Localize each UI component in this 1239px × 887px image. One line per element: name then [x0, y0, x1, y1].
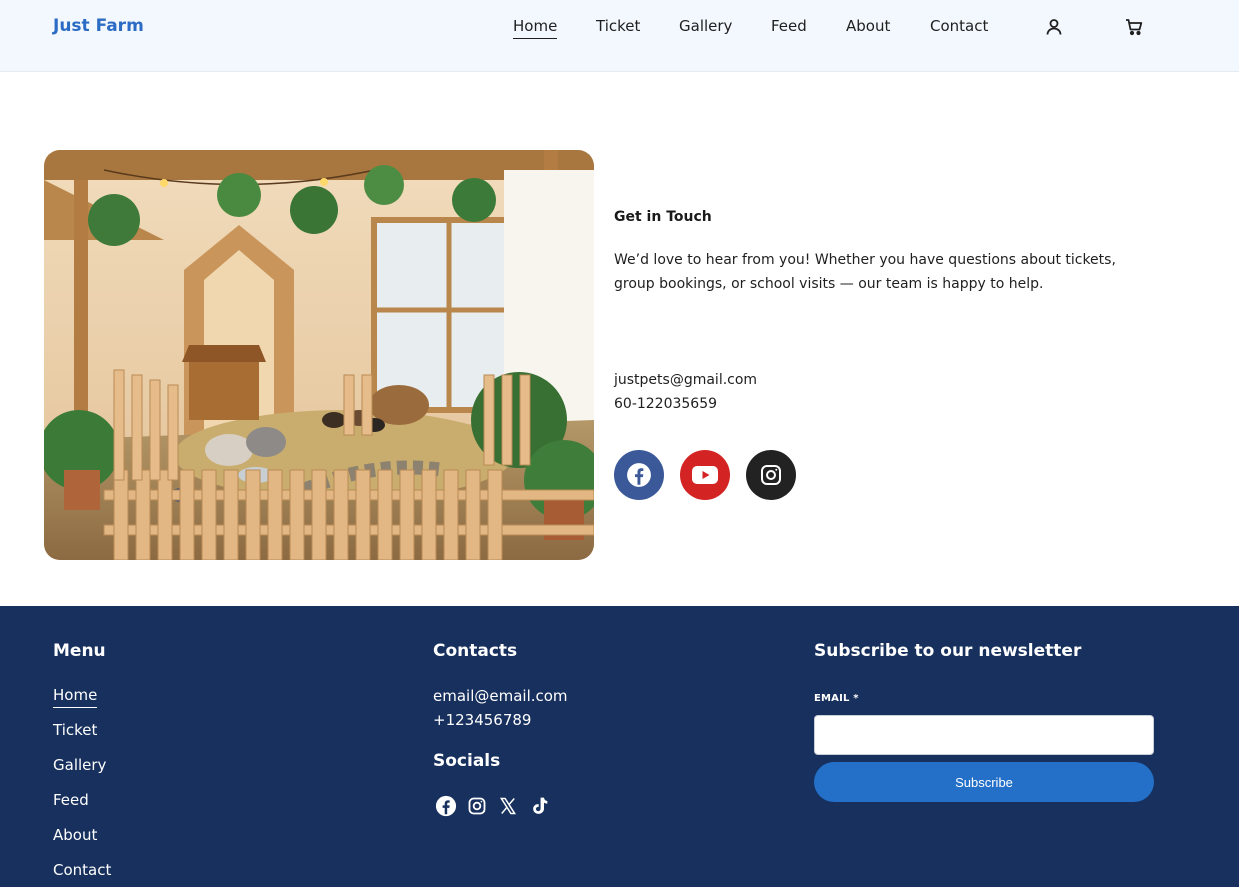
nav-about[interactable]: About	[846, 17, 890, 38]
contact-phone[interactable]: 60-122035659	[614, 392, 717, 416]
footer-link-feed[interactable]: Feed	[53, 791, 89, 812]
nav-contact[interactable]: Contact	[930, 17, 988, 38]
newsletter-email-label: EMAIL *	[814, 693, 859, 704]
instagram-icon[interactable]	[465, 794, 489, 818]
footer-link-about[interactable]: About	[53, 826, 97, 847]
footer-email[interactable]: email@email.com	[433, 684, 568, 708]
footer-link-gallery[interactable]: Gallery	[53, 756, 106, 777]
footer-contacts-title: Contacts	[433, 641, 518, 661]
nav-ticket[interactable]: Ticket	[596, 17, 640, 38]
youtube-icon[interactable]	[680, 450, 730, 500]
nav-feed[interactable]: Feed	[771, 17, 807, 38]
site-header: Just Farm Home Ticket Gallery Feed About…	[0, 0, 1239, 72]
footer-phone[interactable]: +123456789	[433, 708, 531, 732]
facebook-icon[interactable]	[434, 794, 458, 818]
user-icon[interactable]	[1044, 17, 1064, 37]
newsletter-title: Subscribe to our newsletter	[814, 641, 1082, 661]
site-footer: Menu Home Ticket Gallery Feed About Cont…	[0, 606, 1239, 887]
footer-menu-title: Menu	[53, 641, 106, 661]
get-in-touch-title: Get in Touch	[614, 209, 712, 225]
nav-gallery[interactable]: Gallery	[679, 17, 732, 38]
nav-home[interactable]: Home	[513, 17, 558, 39]
tiktok-icon[interactable]	[527, 794, 551, 818]
footer-socials-title: Socials	[433, 751, 501, 771]
contact-email[interactable]: justpets@gmail.com	[614, 368, 757, 392]
facebook-icon[interactable]	[614, 450, 664, 500]
footer-link-home[interactable]: Home	[53, 686, 98, 708]
cart-icon[interactable]	[1124, 17, 1144, 37]
farm-enclosure-image	[44, 150, 594, 560]
x-icon[interactable]	[496, 794, 520, 818]
newsletter-email-input[interactable]	[814, 715, 1154, 755]
footer-link-ticket[interactable]: Ticket	[53, 721, 97, 742]
footer-link-contact[interactable]: Contact	[53, 861, 111, 882]
get-in-touch-text: We’d love to hear from you! Whether you …	[614, 252, 1116, 292]
subscribe-button[interactable]: Subscribe	[814, 762, 1154, 802]
instagram-icon[interactable]	[746, 450, 796, 500]
